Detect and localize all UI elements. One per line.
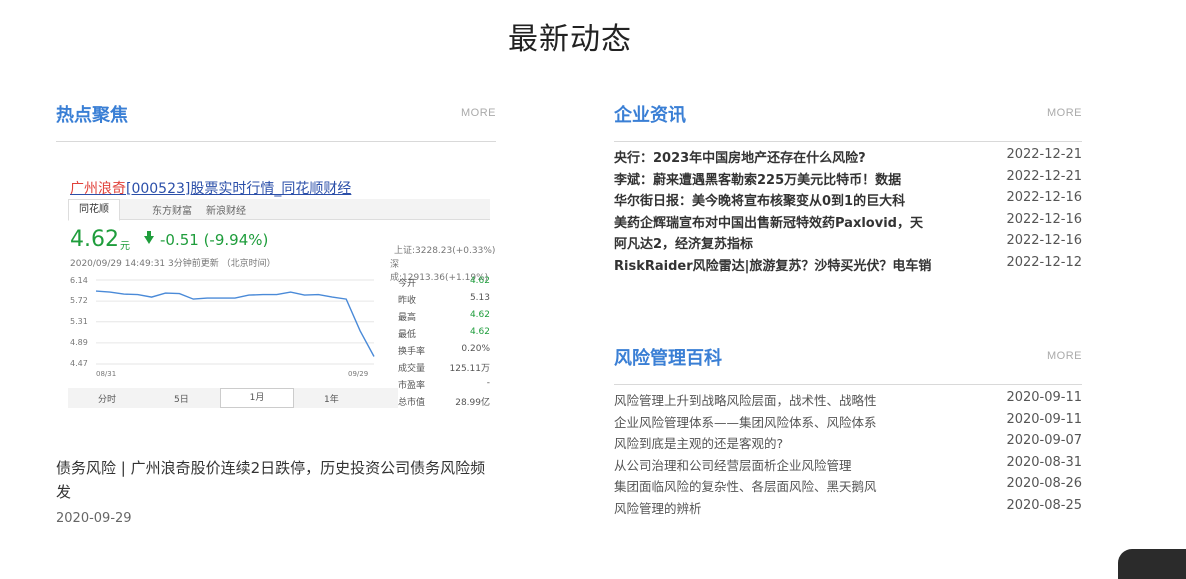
wiki-item[interactable]: 风险到底是主观的还是客观的? 2020-09-07	[614, 433, 1082, 455]
news-item-date: 2022-12-21	[1006, 168, 1082, 184]
wiki-item[interactable]: 风险管理的辨析 2020-08-25	[614, 498, 1082, 520]
news-section-title[interactable]: 企业资讯	[614, 101, 686, 127]
wiki-item-title[interactable]: 风险管理的辨析	[614, 498, 934, 517]
stat-row: 今开 4.62	[398, 276, 490, 293]
news-item-title[interactable]: 阿凡达2，经济复苏指标	[614, 233, 934, 252]
wiki-section-title[interactable]: 风险管理百科	[614, 344, 722, 370]
news-item-title[interactable]: 美药企辉瑞宣布对中国出售新冠特效药Paxlovid，天	[614, 212, 934, 231]
stat-value: 4.62	[469, 276, 490, 286]
wiki-item-title[interactable]: 风险管理上升到战略风险层面，战术性、战略性	[614, 390, 934, 409]
y-tick-label: 4.47	[70, 359, 88, 368]
news-item-title[interactable]: 李斌：蔚来遭遇黑客勒索225万美元比特币！数据	[614, 169, 934, 188]
wiki-item-date: 2020-09-07	[1006, 433, 1082, 448]
news-item[interactable]: 华尔街日报：美今晚将宣布核聚变从0到1的巨大科 2022-12-16	[614, 190, 1082, 212]
page-title: 最新动态	[508, 22, 632, 57]
period-tabs: 分时 5日 1月 1年	[68, 388, 398, 408]
stat-value: 125.11万	[449, 364, 491, 374]
floating-widget[interactable]	[1118, 549, 1186, 579]
period-tab-5day: 5日	[174, 395, 189, 405]
hot-news-date: 2020-09-29	[56, 511, 132, 526]
wiki-item-title[interactable]: 风险到底是主观的还是客观的?	[614, 433, 934, 452]
stat-value: 28.99亿	[455, 398, 490, 408]
stat-value: -	[486, 378, 490, 388]
stat-row: 最低 4.62	[398, 327, 490, 344]
hot-news-image[interactable]: 广州浪奇[000523]股票实时行情_同花顺财经 同花顺 东方财富 新浪财经 4…	[56, 160, 496, 420]
stat-row: 成交量 125.11万	[398, 361, 490, 378]
news-item[interactable]: 央行：2023年中国房地产还存在什么风险? 2022-12-21	[614, 147, 1082, 169]
news-more-link[interactable]: MORE	[1047, 107, 1082, 119]
hot-section-header: 热点聚焦 MORE	[56, 101, 496, 142]
wiki-item[interactable]: 从公司治理和公司经营层面析企业风险管理 2020-08-31	[614, 455, 1082, 477]
news-item-title[interactable]: 华尔街日报：美今晚将宣布核聚变从0到1的巨大科	[614, 190, 934, 209]
wiki-more-link[interactable]: MORE	[1047, 350, 1082, 362]
news-item[interactable]: RiskRaider风险雷达|旅游复苏？沙特买光伏？电车销 2022-12-12	[614, 255, 1082, 277]
news-item-title[interactable]: 央行：2023年中国房地产还存在什么风险?	[614, 147, 934, 166]
wiki-item-date: 2020-08-26	[1006, 476, 1082, 491]
wiki-section-header: 风险管理百科 MORE	[614, 344, 1082, 385]
hot-news-title[interactable]: 债务风险 | 广州浪奇股价连续2日跌停，历史投资公司债务风险频发	[56, 456, 496, 504]
stat-label: 昨收	[398, 296, 417, 306]
stat-value: 4.62	[469, 327, 490, 337]
y-tick-label: 4.89	[70, 338, 88, 347]
stat-value: 0.20%	[461, 344, 490, 354]
wiki-item[interactable]: 风险管理上升到战略风险层面，战术性、战略性 2020-09-11	[614, 390, 1082, 412]
period-tab-1month: 1月	[220, 388, 294, 408]
news-item[interactable]: 阿凡达2，经济复苏指标 2022-12-16	[614, 233, 1082, 255]
stock-stats: 今开 4.62 昨收 5.13 最高 4.62 最低 4.62 换手率 0.20% 成交量 125.1…	[398, 276, 490, 412]
x-end-label: 09/29	[348, 370, 369, 378]
hot-more-link[interactable]: MORE	[461, 107, 496, 119]
wiki-item-date: 2020-08-25	[1006, 497, 1082, 513]
news-item-date: 2022-12-16	[1006, 190, 1082, 205]
news-item[interactable]: 美药企辉瑞宣布对中国出售新冠特效药Paxlovid，天 2022-12-16	[614, 212, 1082, 234]
wiki-item-date: 2020-09-11	[1006, 411, 1082, 427]
stat-row: 换手率 0.20%	[398, 344, 490, 361]
stat-label: 最低	[398, 330, 417, 340]
stat-label: 换手率	[398, 347, 426, 357]
wiki-item-title[interactable]: 集团面临风险的复杂性、各层面风险、黑天鹅风	[614, 476, 934, 495]
news-item-date: 2022-12-16	[1006, 233, 1082, 248]
wiki-item-date: 2020-08-31	[1006, 454, 1082, 470]
wiki-item[interactable]: 集团面临风险的复杂性、各层面风险、黑天鹅风 2020-08-26	[614, 476, 1082, 498]
stat-label: 最高	[398, 313, 417, 323]
y-tick-label: 5.72	[70, 296, 88, 305]
stat-value: 5.13	[469, 293, 490, 303]
stat-row: 总市值 28.99亿	[398, 395, 490, 412]
news-item-title[interactable]: RiskRaider风险雷达|旅游复苏？沙特买光伏？电车销	[614, 255, 934, 274]
y-tick-label: 5.31	[70, 317, 88, 326]
period-tab-1year: 1年	[324, 395, 339, 405]
stat-label: 成交量	[398, 364, 426, 374]
wiki-item-title[interactable]: 从公司治理和公司经营层面析企业风险管理	[614, 455, 934, 474]
wiki-item-date: 2020-09-11	[1006, 390, 1082, 405]
news-item-date: 2022-12-16	[1006, 211, 1082, 227]
stat-label: 今开	[398, 279, 417, 289]
stat-row: 最高 4.62	[398, 310, 490, 327]
stat-label: 市盈率	[398, 381, 426, 391]
wiki-item-title[interactable]: 企业风险管理体系——集团风险体系、风险体系	[614, 412, 934, 431]
news-section-header: 企业资讯 MORE	[614, 101, 1082, 142]
news-item[interactable]: 李斌：蔚来遭遇黑客勒索225万美元比特币！数据 2022-12-21	[614, 169, 1082, 191]
stat-label: 总市值	[398, 398, 426, 408]
y-tick-label: 6.14	[70, 276, 88, 285]
news-list: 央行：2023年中国房地产还存在什么风险? 2022-12-21 李斌：蔚来遭遇黑客…	[614, 147, 1082, 276]
hot-section-title[interactable]: 热点聚焦	[56, 101, 128, 127]
news-item-date: 2022-12-12	[1006, 254, 1082, 270]
stat-row: 昨收 5.13	[398, 293, 490, 310]
wiki-list: 风险管理上升到战略风险层面，战术性、战略性 2020-09-11 企业风险管理体系—…	[614, 390, 1082, 519]
period-tab-intraday: 分时	[98, 395, 117, 405]
stat-value: 4.62	[469, 310, 490, 320]
x-start-label: 08/31	[96, 370, 117, 378]
wiki-item[interactable]: 企业风险管理体系——集团风险体系、风险体系 2020-09-11	[614, 412, 1082, 434]
news-item-date: 2022-12-21	[1006, 147, 1082, 162]
stat-row: 市盈率 -	[398, 378, 490, 395]
